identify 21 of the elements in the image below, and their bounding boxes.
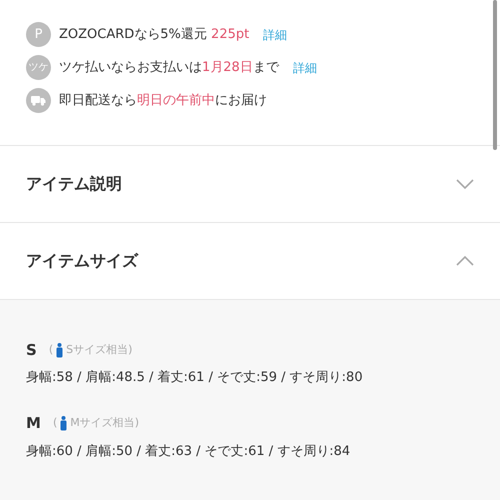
person-icon (56, 342, 64, 358)
paren: ( (48, 342, 54, 358)
person-icon (60, 416, 68, 431)
perk-text: 即日配送なら明日の午前中にお届け (59, 92, 267, 110)
points-icon: P (26, 22, 51, 47)
size-measurements: 身幅:60 / 肩幅:50 / 着丈:63 / そで丈:61 / すそ周り:84 (26, 442, 352, 460)
size-label: M (26, 413, 41, 434)
chevron-down-icon (456, 179, 474, 189)
size-label: S (26, 340, 37, 361)
perk-text: ツケ払いならお支払いは1月28日 まで (59, 58, 279, 77)
paren: ( (52, 415, 58, 432)
section-title: アイテムサイズ (26, 250, 138, 272)
size-measurements: 身幅:58 / 肩幅:48.5 / 着丈:61 / そで丈:59 / すそ周り:80 (26, 369, 364, 387)
size-note: Sサイズ相当) (66, 342, 132, 358)
size-note: Mサイズ相当) (70, 415, 140, 432)
tsuke-icon: ツケ (26, 55, 51, 80)
truck-icon (26, 88, 51, 113)
accordion-header[interactable]: アイテム説明 (0, 146, 500, 223)
perk-text: ZOZOCARDなら5%還元 225pt (59, 26, 250, 44)
chevron-up-icon (456, 256, 474, 266)
section-title: アイテム説明 (26, 173, 122, 195)
